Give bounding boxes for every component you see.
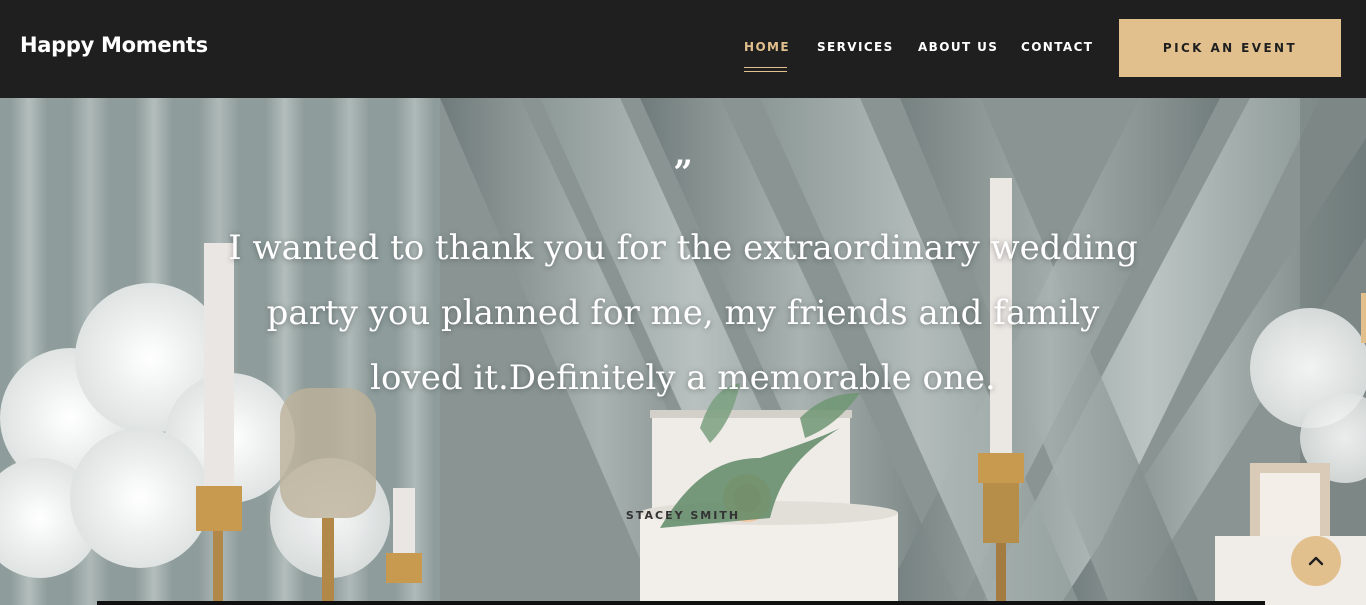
nav-home[interactable]: HOME (744, 40, 790, 54)
brand-logo[interactable]: Happy Moments (20, 33, 208, 57)
testimonial-author: STACEY SMITH (625, 509, 741, 522)
site-header: Happy Moments HOME SERVICES ABOUT US CON… (0, 0, 1366, 98)
nav-contact[interactable]: CONTACT (1021, 40, 1093, 54)
quote-mark: ” (673, 153, 693, 193)
testimonial-hero: ” I wanted to thank you for the extraord… (0, 98, 1366, 605)
nav-services[interactable]: SERVICES (817, 40, 894, 54)
section-divider (97, 601, 1265, 605)
page-scroll-indicator[interactable] (1361, 293, 1366, 343)
testimonial-quote: I wanted to thank you for the extraordin… (228, 228, 1138, 398)
scroll-to-top-button[interactable] (1291, 536, 1341, 586)
chevron-up-icon (1308, 556, 1324, 566)
pick-an-event-button[interactable]: PICK AN EVENT (1119, 19, 1341, 77)
nav-active-underline (744, 67, 787, 72)
nav-about-us[interactable]: ABOUT US (918, 40, 998, 54)
